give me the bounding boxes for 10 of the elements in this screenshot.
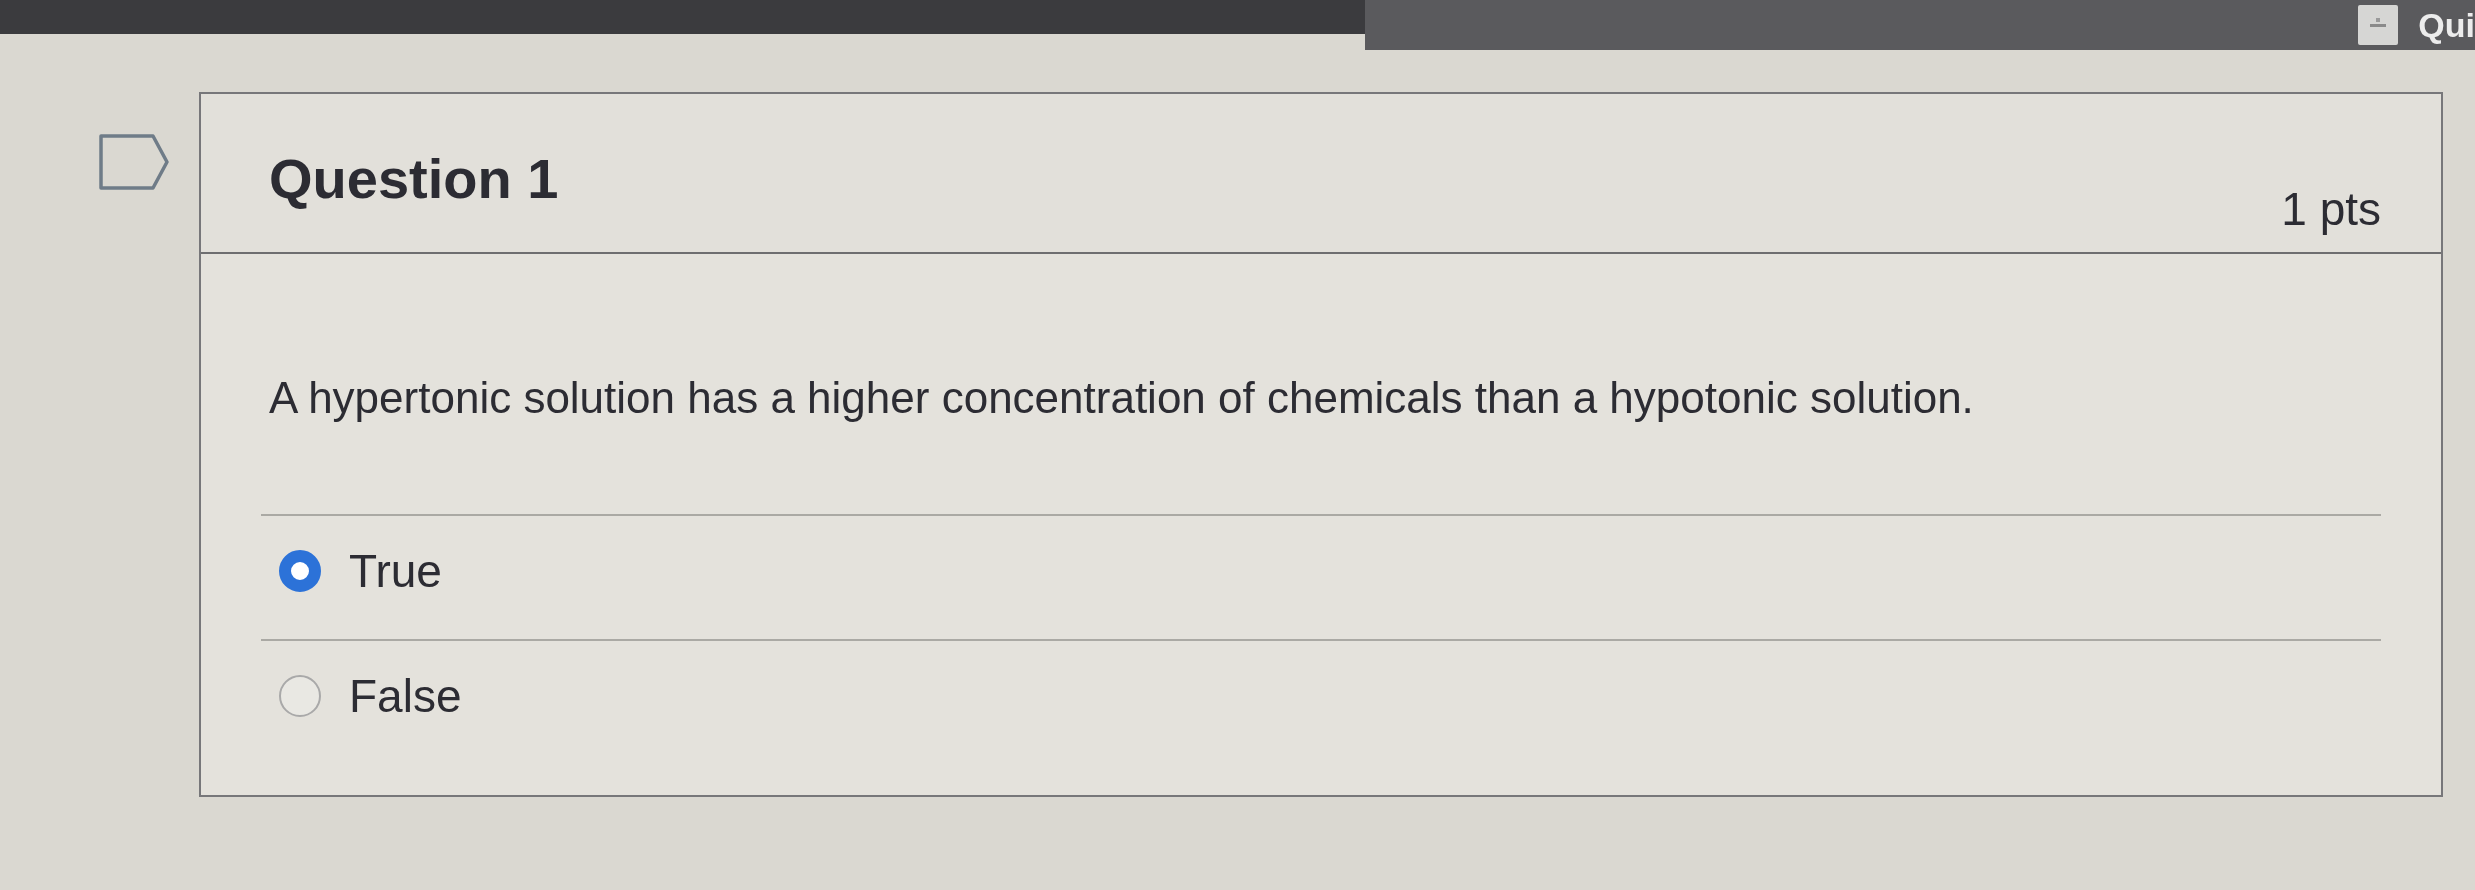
question-text: A hypertonic solution has a higher concentration of chemicals than a hypotonic solution. xyxy=(269,372,1975,424)
question-title: Question 1 xyxy=(269,146,559,211)
tag-icon[interactable] xyxy=(99,134,169,190)
radio-button[interactable] xyxy=(279,550,321,592)
toolbar-label[interactable]: Qui xyxy=(2418,5,2475,45)
answer-label[interactable]: False xyxy=(349,671,462,721)
answer-label[interactable]: True xyxy=(349,546,442,596)
points-label: 1 pts xyxy=(2281,182,2381,236)
radio-button[interactable] xyxy=(279,675,321,717)
tile-icon[interactable] xyxy=(2358,5,2399,45)
